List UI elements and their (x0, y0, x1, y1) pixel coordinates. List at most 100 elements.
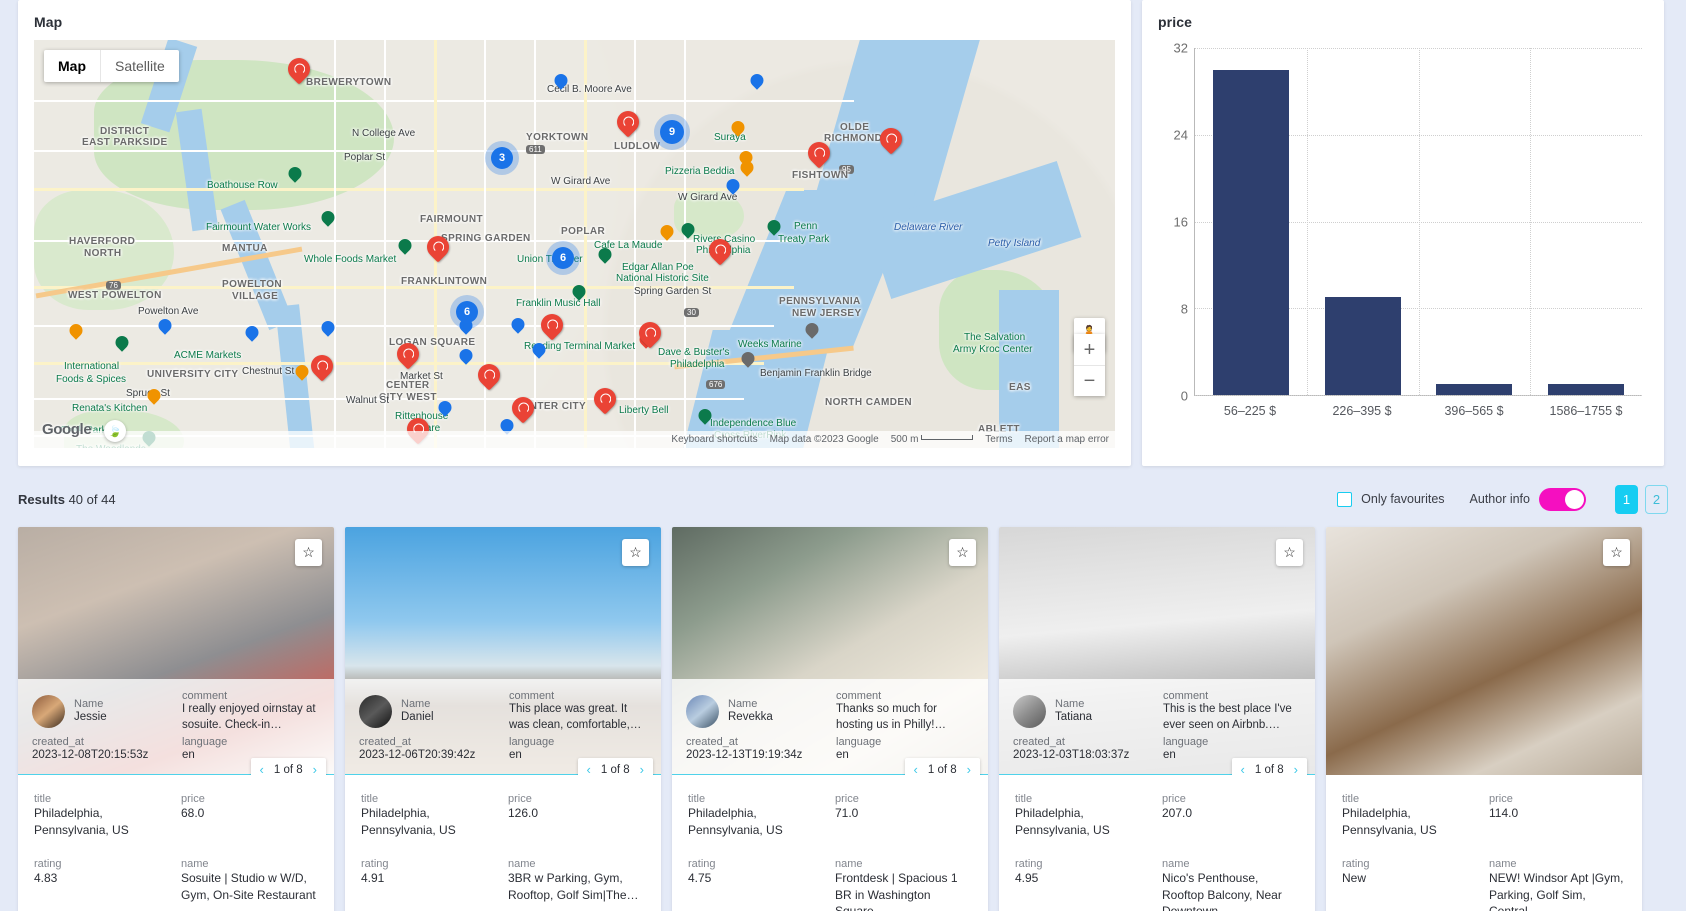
carousel-next-icon[interactable]: › (640, 762, 644, 775)
map-poi-marker[interactable] (318, 318, 338, 337)
map-layers-icon[interactable]: 🍃 (104, 420, 126, 442)
map-poi-marker[interactable] (764, 217, 784, 236)
page-1-button[interactable]: 1 (1615, 484, 1638, 514)
author-info-control[interactable]: Author info (1470, 487, 1586, 511)
favourite-star-icon[interactable]: ☆ (622, 539, 649, 566)
map-poi-marker[interactable] (678, 220, 698, 239)
terms-link[interactable]: Terms (985, 434, 1012, 445)
map-poi-marker[interactable] (737, 158, 757, 177)
zoom-out-button[interactable]: − (1074, 365, 1105, 396)
chart-bar[interactable] (1324, 297, 1401, 395)
chart-bar[interactable] (1436, 384, 1513, 395)
result-card[interactable]: ☆ ‹ 1 of 8 › Name Tatiana comment This is the b… (999, 527, 1315, 911)
chart-bar[interactable] (1212, 69, 1289, 395)
keyboard-shortcuts-link[interactable]: Keyboard shortcuts (671, 434, 757, 445)
card-photo[interactable]: ☆ ‹ 1 of 8 › Name Daniel comment This place was… (345, 527, 661, 775)
map-cluster-pin[interactable]: 3 (491, 147, 513, 169)
details-spacer (361, 842, 645, 854)
map-listing-pin[interactable] (704, 234, 736, 266)
listing-price: price 114.0 (1489, 793, 1626, 838)
result-card[interactable]: ☆ ‹ 1 of 8 › Name Daniel comment This place was… (345, 527, 661, 911)
photo-carousel[interactable]: ‹ 1 of 8 › (577, 758, 653, 775)
result-card[interactable]: ☆ title Philadelphia, Pennsylvania, US pric… (1326, 527, 1642, 911)
carousel-prev-icon[interactable]: ‹ (914, 762, 918, 775)
map-listing-pin[interactable] (392, 338, 424, 370)
only-favourites-checkbox[interactable] (1337, 491, 1353, 507)
map-type-switch[interactable]: Map Satellite (44, 50, 179, 82)
map-poi-marker[interactable] (508, 315, 528, 334)
map-listing-pin[interactable] (306, 350, 338, 382)
map-listing-pin[interactable] (875, 123, 907, 155)
map-poi-marker[interactable] (66, 321, 86, 340)
map-poi-marker[interactable] (747, 71, 767, 90)
favourite-star-icon[interactable]: ☆ (1603, 539, 1630, 566)
map-poi-marker[interactable] (695, 406, 715, 425)
map-poi-marker[interactable] (529, 340, 549, 359)
pagination[interactable]: 1 2 (1615, 484, 1668, 514)
favourite-star-icon[interactable]: ☆ (1276, 539, 1303, 566)
carousel-prev-icon[interactable]: ‹ (587, 762, 591, 775)
map-type-satellite[interactable]: Satellite (100, 50, 179, 82)
map-listing-pin[interactable] (634, 317, 666, 349)
map-poi-marker[interactable] (292, 362, 312, 381)
map-listing-pin[interactable] (283, 53, 315, 85)
created-at-value: 2023-12-08Т20:15:53z (32, 749, 149, 762)
map-listing-pin[interactable] (803, 137, 835, 169)
chart-bar[interactable] (1548, 384, 1625, 395)
map-listing-pin[interactable] (473, 359, 505, 391)
map-poi-marker[interactable] (456, 346, 476, 365)
map-cluster-pin[interactable]: 6 (456, 301, 478, 323)
map-poi-marker[interactable] (112, 333, 132, 352)
photo-carousel[interactable]: ‹ 1 of 8 › (904, 758, 980, 775)
map-listing-pin[interactable] (536, 309, 568, 341)
title-key: title (1342, 793, 1360, 805)
page-2-button[interactable]: 2 (1645, 484, 1668, 514)
map-poi-marker[interactable] (242, 323, 262, 342)
map-viewport[interactable]: 76 676 611 95 30 Map Satellite 🧍 + − (34, 40, 1115, 448)
card-photo[interactable]: ☆ ‹ 1 of 8 › Name Tatiana comment This is the b… (999, 527, 1315, 775)
map-listing-pin[interactable] (612, 106, 644, 138)
favourite-star-icon[interactable]: ☆ (949, 539, 976, 566)
carousel-prev-icon[interactable]: ‹ (260, 762, 264, 775)
map-cluster-pin[interactable]: 6 (552, 247, 574, 269)
map-poi-marker[interactable] (728, 118, 748, 137)
photo-carousel[interactable]: ‹ 1 of 8 › (1231, 758, 1307, 775)
map-poi-marker[interactable] (738, 349, 758, 368)
favourite-star-icon[interactable]: ☆ (295, 539, 322, 566)
card-photo[interactable]: ☆ ‹ 1 of 8 › Name Revekka comment Thanks so muc… (672, 527, 988, 775)
title-value: Philadelphia, Pennsylvania, US (34, 806, 129, 837)
map-poi-marker[interactable] (435, 398, 455, 417)
map-poi-marker[interactable] (144, 386, 164, 405)
map-listing-pin[interactable] (507, 392, 539, 424)
map-listing-pin[interactable] (589, 383, 621, 415)
result-card[interactable]: ☆ ‹ 1 of 8 › Name Jessie comment I really enjoy… (18, 527, 334, 911)
carousel-next-icon[interactable]: › (967, 762, 971, 775)
map-poi-marker[interactable] (395, 236, 415, 255)
map-type-map[interactable]: Map (44, 50, 100, 82)
map-place-label: HAVERFORD (69, 236, 136, 247)
photo-carousel[interactable]: ‹ 1 of 8 › (250, 758, 326, 775)
map-poi-marker[interactable] (155, 316, 175, 335)
map-poi-marker[interactable] (285, 164, 305, 183)
map-poi-marker[interactable] (723, 176, 743, 195)
carousel-next-icon[interactable]: › (313, 762, 317, 775)
carousel-prev-icon[interactable]: ‹ (1241, 762, 1245, 775)
map-listing-pin[interactable] (422, 231, 454, 263)
map-poi-marker[interactable] (551, 71, 571, 90)
map-canvas[interactable]: 76 676 611 95 30 Map Satellite 🧍 + − (34, 40, 1115, 448)
report-map-error-link[interactable]: Report a map error (1025, 434, 1109, 445)
result-card[interactable]: ☆ ‹ 1 of 8 › Name Revekka comment Thanks so muc… (672, 527, 988, 911)
map-cluster-pin[interactable]: 9 (660, 120, 684, 144)
zoom-in-button[interactable]: + (1074, 334, 1105, 365)
card-photo[interactable]: ☆ (1326, 527, 1642, 775)
author-info-toggle[interactable] (1539, 487, 1586, 511)
map-poi-marker[interactable] (595, 245, 615, 264)
map-poi-marker[interactable] (569, 282, 589, 301)
map-poi-marker[interactable] (802, 320, 822, 339)
only-favourites-control[interactable]: Only favourites (1337, 491, 1445, 507)
map-zoom-controls[interactable]: + − (1074, 334, 1105, 396)
carousel-next-icon[interactable]: › (1294, 762, 1298, 775)
map-poi-marker[interactable] (318, 208, 338, 227)
card-photo[interactable]: ☆ ‹ 1 of 8 › Name Jessie comment I really enjoy… (18, 527, 334, 775)
map-poi-marker[interactable] (657, 222, 677, 241)
